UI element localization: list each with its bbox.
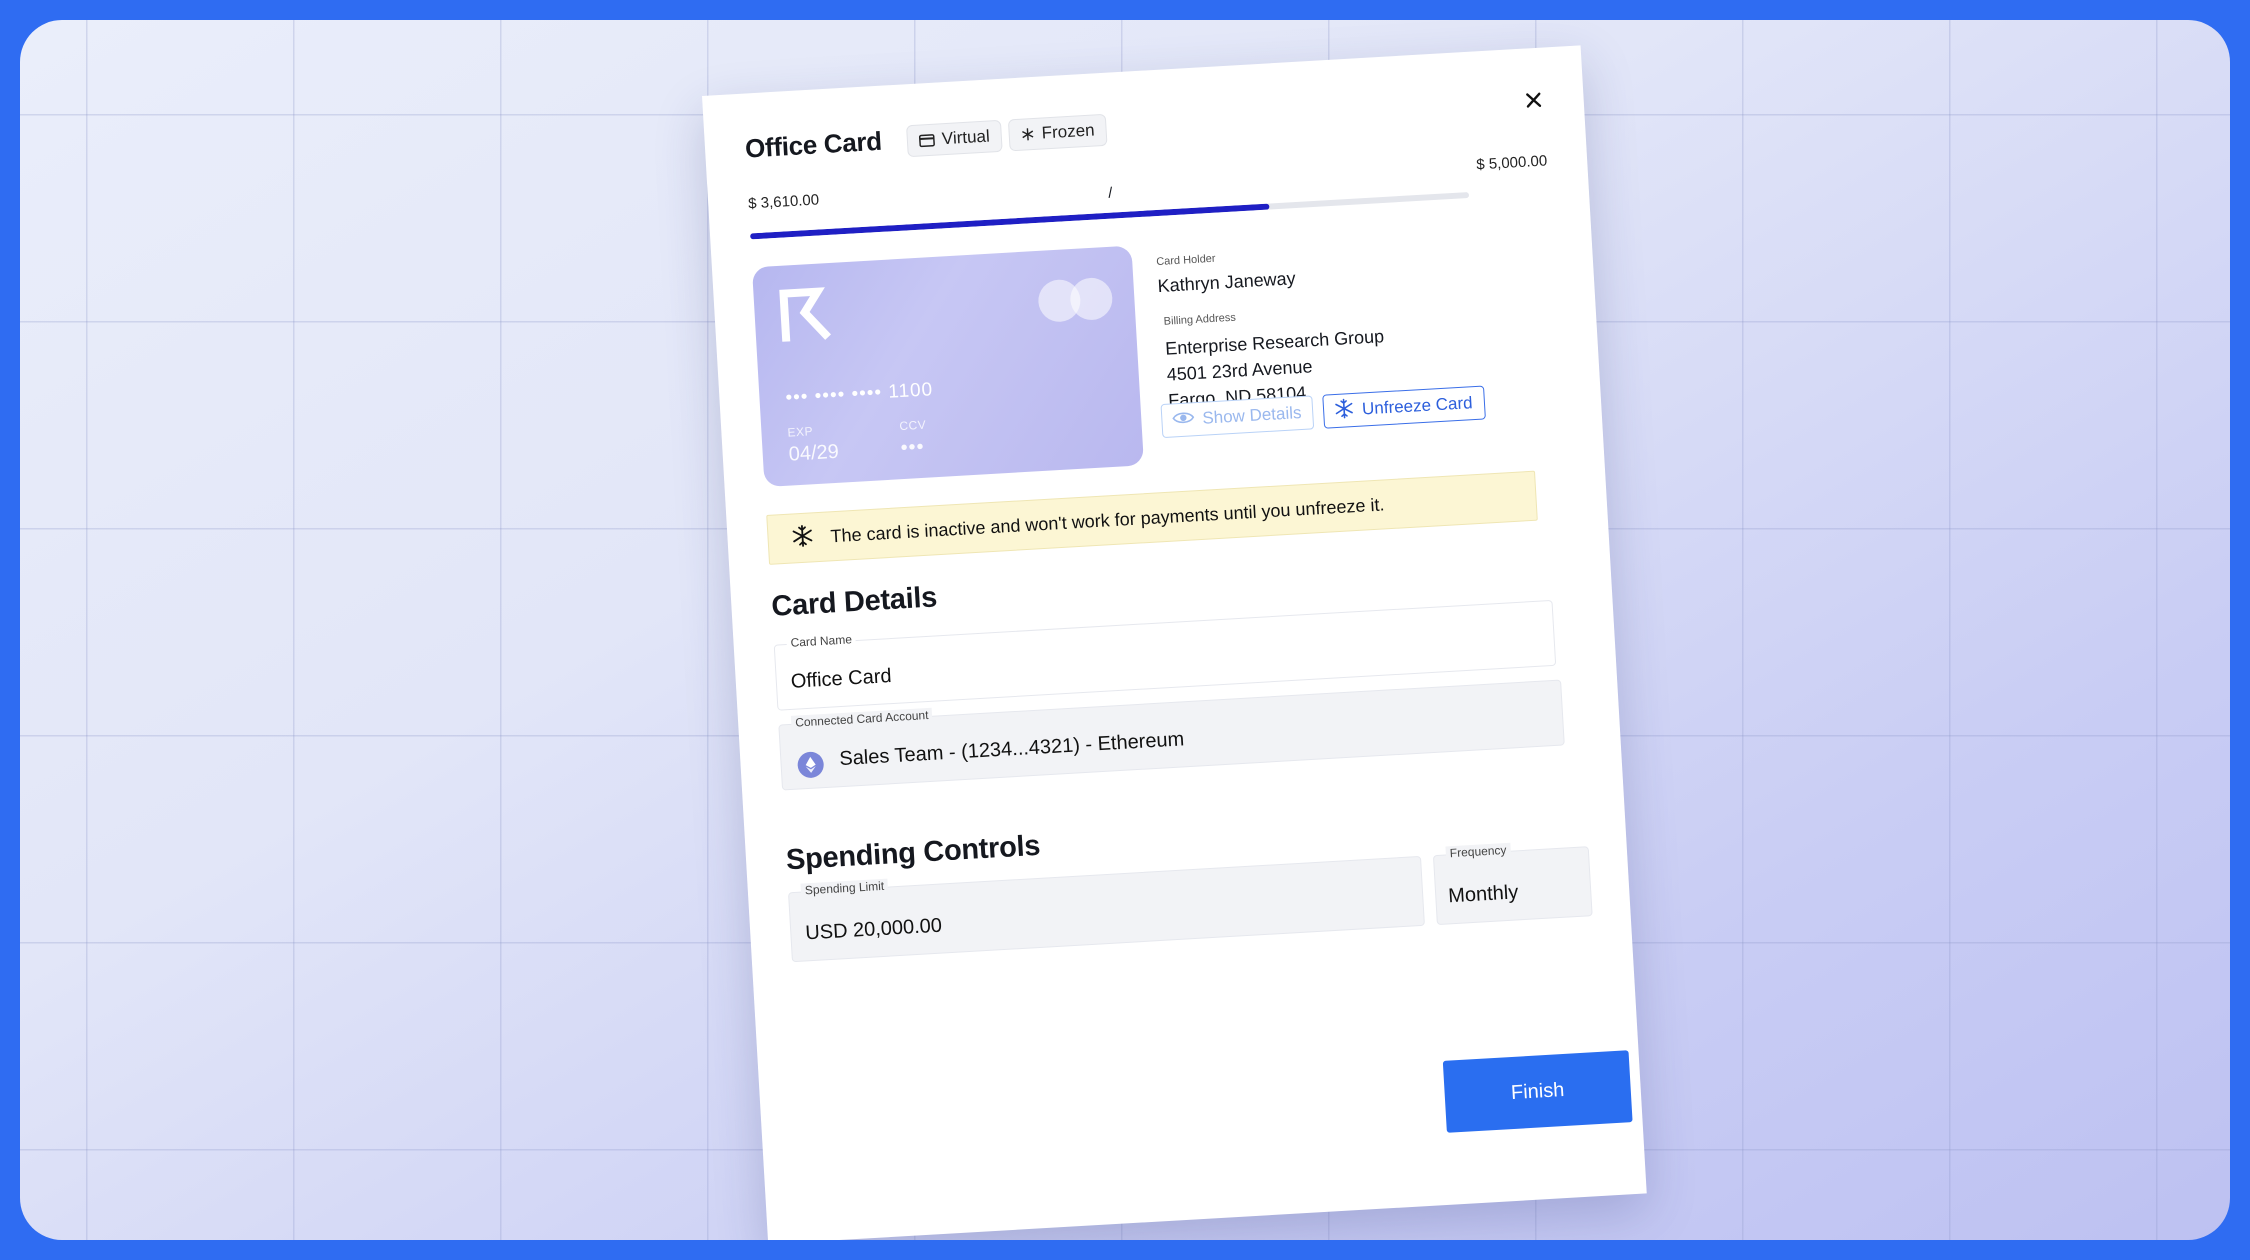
card-ccv-label: CCV: [898, 417, 927, 434]
card-visual: ••• •••• •••• 1100 EXP 04/29 CCV •••: [751, 245, 1144, 488]
ethereum-icon: [796, 751, 825, 779]
spending-limit-value: USD 20,000.00: [804, 914, 943, 945]
show-details-label: Show Details: [1201, 403, 1302, 428]
spend-separator: /: [1107, 184, 1113, 202]
billing-address-label: Billing Address: [1163, 311, 1237, 328]
snowflake-icon: [1333, 398, 1354, 424]
card-number: ••• •••• •••• 1100: [784, 379, 934, 409]
spent-amount: $ 3,610.00: [747, 191, 820, 213]
frozen-warning-banner: The card is inactive and won't work for …: [766, 470, 1538, 565]
card-ccv-value: •••: [899, 435, 926, 460]
frequency-label: Frequency: [1445, 842, 1511, 861]
frozen-badge: Frozen: [1007, 113, 1108, 152]
card-name-label: Card Name: [786, 632, 857, 651]
virtual-badge: Virtual: [906, 119, 1003, 158]
card-exp-value: 04/29: [788, 440, 840, 466]
connected-account-value: Sales Team - (1234...4321) - Ethereum: [838, 728, 1185, 771]
frequency-value: Monthly: [1447, 881, 1519, 908]
frozen-badge-label: Frozen: [1041, 120, 1096, 143]
card-modal: Office Card Virtual Frozen $ 3,610.00 / …: [702, 45, 1647, 1240]
unfreeze-card-label: Unfreeze Card: [1361, 393, 1474, 419]
spend-progress-fill: [749, 203, 1270, 240]
modal-title: Office Card: [744, 125, 883, 164]
finish-button[interactable]: Finish: [1442, 1050, 1633, 1133]
virtual-badge-label: Virtual: [941, 126, 991, 149]
spending-limit-label: Spending Limit: [800, 878, 889, 898]
snowflake-icon: [790, 523, 816, 553]
spend-limit-amount: $ 5,000.00: [1475, 152, 1548, 174]
close-icon[interactable]: [1521, 87, 1546, 112]
frequency-select[interactable]: Frequency Monthly: [1432, 842, 1593, 926]
eye-icon: [1172, 409, 1195, 430]
card-name-value: Office Card: [790, 665, 893, 693]
connected-account-label: Connected Card Account: [790, 707, 933, 730]
snowflake-icon: [1020, 127, 1035, 142]
show-details-button[interactable]: Show Details: [1160, 395, 1315, 439]
brand-logo-icon: [777, 285, 838, 349]
spending-controls-heading: Spending Controls: [785, 829, 1041, 877]
card-holder-label: Card Holder: [1155, 252, 1216, 269]
card-holder-name: Kathryn Janeway: [1157, 268, 1297, 297]
credit-card-icon: [918, 133, 936, 147]
card-network-icon: [1037, 276, 1114, 323]
card-exp-label: EXP: [787, 424, 814, 440]
background-canvas: Office Card Virtual Frozen $ 3,610.00 / …: [20, 20, 2230, 1240]
frozen-warning-text: The card is inactive and won't work for …: [829, 493, 1385, 546]
card-details-heading: Card Details: [770, 581, 938, 623]
